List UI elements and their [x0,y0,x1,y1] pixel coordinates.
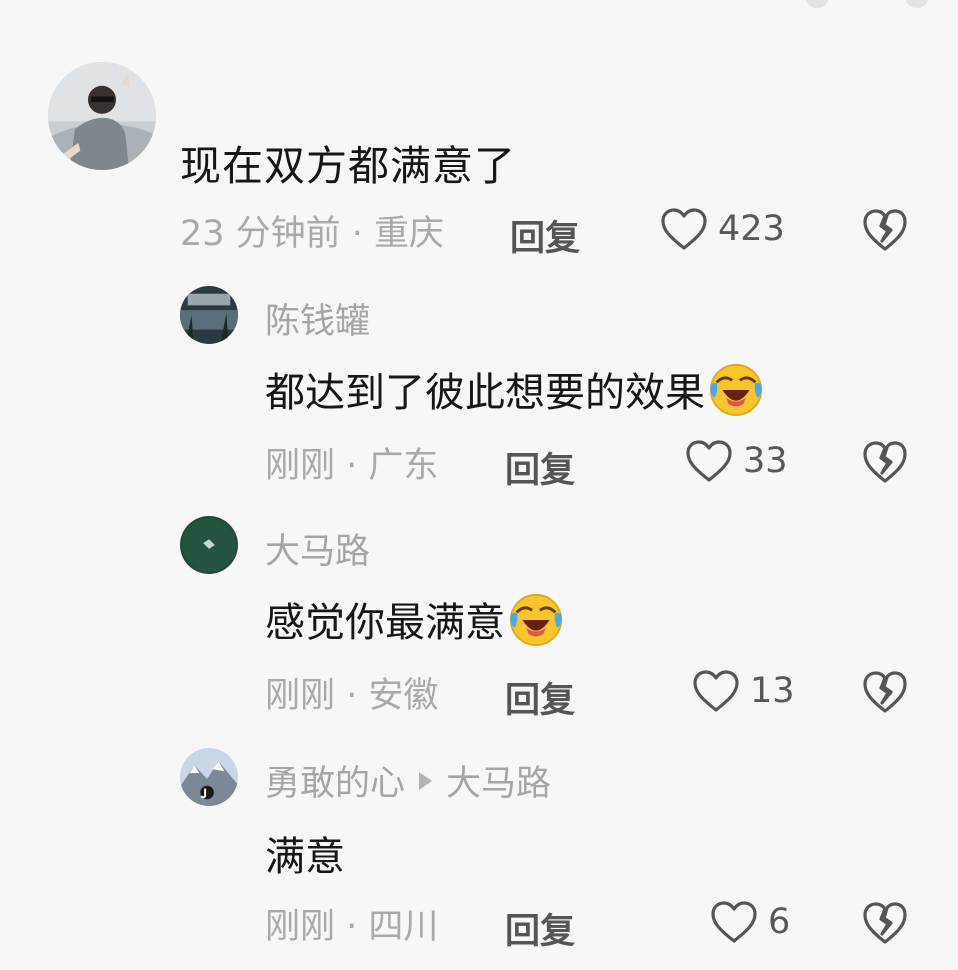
reply-arrow-icon [419,771,433,790]
like-count: 423 [718,209,785,249]
like-button[interactable]: 33 [685,439,788,483]
comment-meta: 刚刚 · 安徽 [265,667,438,717]
username[interactable]: 陈钱罐 [265,293,370,344]
like-button[interactable]: 423 [660,207,785,251]
comment-meta: 刚刚 · 四川 [265,898,438,948]
like-count: 13 [750,671,795,711]
comment-meta: 23 分钟前 · 重庆 [180,205,444,255]
avatar[interactable] [180,516,238,574]
like-button[interactable]: 6 [710,900,790,944]
like-button[interactable]: 13 [692,669,795,713]
laughing-crying-emoji-icon [709,363,763,417]
heart-outline-icon [661,208,707,250]
broken-heart-icon[interactable] [862,208,908,252]
reply-comment: 大马路 感觉你最满意 刚刚 · 安徽 回复 13 [0,510,958,730]
broken-heart-icon[interactable] [862,670,908,714]
reply-author[interactable]: 勇敢的心 [265,755,405,806]
reply-comment: 陈钱罐 都达到了彼此想要的效果 刚刚 · 广东 回复 33 [0,280,958,500]
like-count: 33 [743,441,788,481]
main-comment: 现在双方都满意了 23 分钟前 · 重庆 回复 423 [0,0,958,270]
reply-button[interactable]: 回复 [505,442,575,493]
time-location: 刚刚 · 广东 [265,445,439,486]
broken-heart-icon[interactable] [862,901,908,945]
comment-text: 现在双方都满意了 [180,142,516,190]
username: 勇敢的心 大马路 [265,755,551,806]
reply-text: 感觉你最满意 [265,590,565,648]
reply-text: 都达到了彼此想要的效果 [265,360,765,418]
broken-heart-icon[interactable] [862,440,908,484]
username[interactable]: 大马路 [265,523,370,574]
reply-text: 满意 [265,834,345,880]
time-location: 23 分钟前 · 重庆 [180,213,445,254]
reply-comment: 勇敢的心 大马路 满意 刚刚 · 四川 回复 6 [0,740,958,965]
laughing-crying-emoji-icon [509,593,563,647]
avatar[interactable] [180,286,238,344]
reply-button[interactable]: 回复 [510,210,580,261]
heart-outline-icon [693,670,739,712]
reply-button[interactable]: 回复 [505,903,575,954]
time-location: 刚刚 · 四川 [265,906,439,947]
heart-outline-icon [711,901,757,943]
like-count: 6 [768,902,791,942]
avatar[interactable] [180,748,238,806]
reply-target[interactable]: 大马路 [446,755,551,806]
comment-meta: 刚刚 · 广东 [265,437,438,487]
heart-outline-icon [686,440,732,482]
reply-button[interactable]: 回复 [505,672,575,723]
time-location: 刚刚 · 安徽 [265,675,439,716]
avatar[interactable] [48,62,156,170]
